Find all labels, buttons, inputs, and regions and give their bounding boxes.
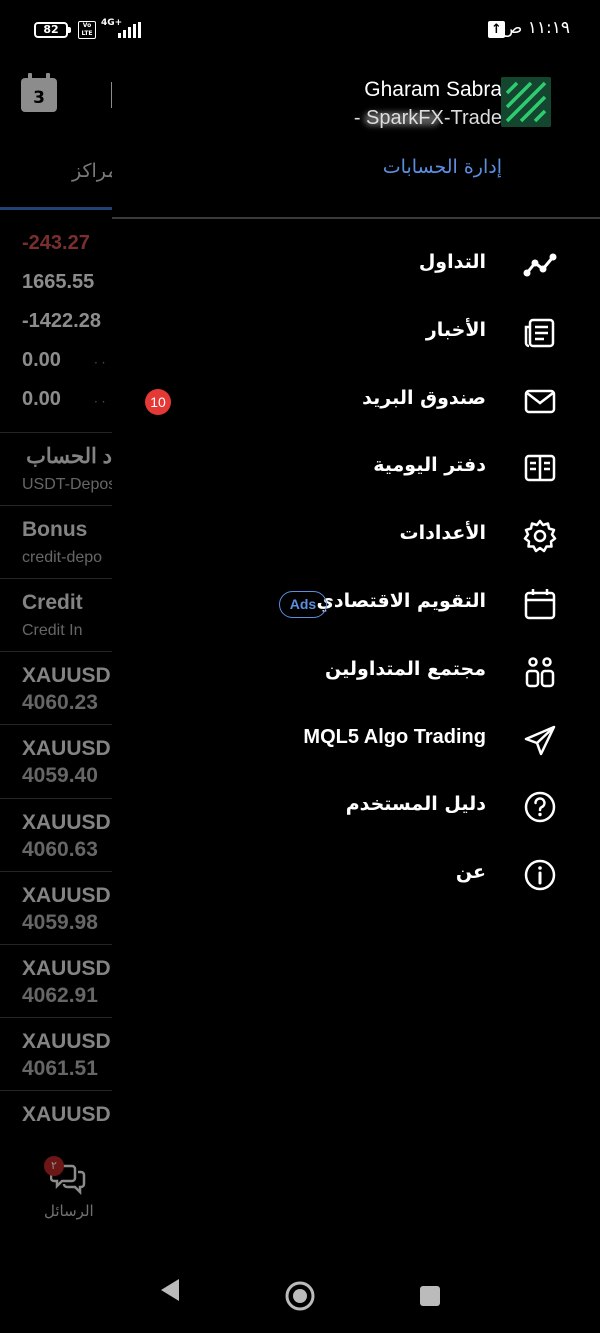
- menu-label: دفتر اليومية: [373, 454, 486, 476]
- dots: · ·: [94, 356, 106, 370]
- balance-value: -1422.28: [22, 310, 101, 332]
- menu-item-about[interactable]: عن: [112, 845, 600, 905]
- divider: [0, 724, 112, 725]
- menu-label: الأخبار: [425, 319, 486, 341]
- trade-symbol[interactable]: XAUUSD,: [22, 811, 112, 835]
- unread-badge: 10: [145, 389, 171, 415]
- deal-comment: credit-depo: [22, 549, 103, 566]
- divider: [0, 871, 112, 872]
- deal-title[interactable]: Bonus: [22, 518, 87, 542]
- status-time: ١١:١٩ ص: [501, 18, 570, 38]
- calendar-icon[interactable]: 3: [21, 73, 57, 112]
- tab-positions[interactable]: مراكز: [72, 160, 112, 182]
- deal-comment: Credit In: [22, 622, 83, 639]
- menu-item-traders-community[interactable]: مجتمع المتداولين: [112, 642, 600, 702]
- deal-title[interactable]: Credit: [22, 591, 83, 615]
- menu-item-news[interactable]: الأخبار: [112, 303, 600, 363]
- trade-symbol[interactable]: XAUUSD,: [22, 737, 112, 761]
- background-app: 3 مراكز -243.27 1665.55 -1422.28 0.00 · …: [0, 60, 112, 1240]
- trade-price: 4062.91: [22, 984, 98, 1007]
- tab-underline: [0, 207, 112, 210]
- menu-label: التقويم الاقتصادي: [316, 590, 486, 612]
- balance-value: 0.00: [22, 388, 61, 410]
- balance-value: -243.27: [22, 232, 90, 254]
- menu-label: الأعدادات: [399, 522, 486, 544]
- menu-label: مجتمع المتداولين: [325, 658, 486, 680]
- trade-price: 4061.51: [22, 1057, 98, 1080]
- menu-item-settings[interactable]: الأعدادات: [112, 506, 600, 566]
- divider: [0, 944, 112, 945]
- home-button[interactable]: [284, 1280, 316, 1312]
- info-icon: [524, 859, 556, 891]
- trade-symbol[interactable]: XAUUSD,: [22, 957, 112, 981]
- navigation-drawer: Gharam Sabra - SparkFX-Trade إدارة الحسا…: [112, 60, 600, 1240]
- status-bar: 82 Vo LTE 4G+ ↑ ١١:١٩ ص: [0, 0, 600, 60]
- journal-icon: [524, 454, 556, 482]
- send-icon: [524, 725, 556, 756]
- trade-symbol[interactable]: XAUUSD,: [22, 664, 112, 688]
- back-button[interactable]: [158, 1277, 182, 1303]
- trade-price: 4060.23: [22, 691, 98, 714]
- deal-comment: USDT-Depos: [22, 476, 112, 493]
- divider: [0, 1090, 112, 1091]
- menu-label: MQL5 Algo Trading: [303, 726, 486, 748]
- signal-strength-icon: [104, 22, 141, 38]
- gear-icon: [523, 519, 557, 553]
- trade-symbol[interactable]: XAUUSD,: [22, 884, 112, 908]
- help-icon: [524, 791, 556, 823]
- menu-item-mailbox[interactable]: صندوق البريد 10: [112, 371, 600, 431]
- trading-chart-icon: [523, 253, 557, 277]
- messages-badge: ٢: [44, 1156, 64, 1176]
- balance-value: 1665.55: [22, 271, 95, 293]
- menu-item-trading[interactable]: التداول: [112, 235, 600, 295]
- menu-item-journal[interactable]: دفتر اليومية: [112, 438, 600, 498]
- ads-badge: Ads: [279, 591, 327, 618]
- mail-icon: [524, 389, 556, 414]
- account-server: - SparkFX-Trade: [353, 107, 502, 129]
- divider: [0, 798, 112, 799]
- community-icon: [525, 657, 555, 688]
- menu-label: دليل المستخدم: [345, 793, 486, 815]
- calendar-day: 3: [33, 88, 45, 108]
- menu-item-economic-calendar[interactable]: التقويم الاقتصادي Ads: [112, 574, 600, 634]
- drawer-divider: [112, 217, 600, 219]
- menu-label: التداول: [418, 251, 486, 273]
- news-icon: [524, 318, 555, 348]
- calendar-icon: [524, 589, 556, 620]
- battery-icon: 82: [34, 22, 71, 38]
- divider: [0, 651, 112, 652]
- deal-title[interactable]: د الحساب: [26, 444, 112, 469]
- recents-button[interactable]: [418, 1284, 442, 1308]
- menu-item-mql5-algo-trading[interactable]: MQL5 Algo Trading: [112, 710, 600, 770]
- divider: [0, 1017, 112, 1018]
- volte-icon: Vo LTE: [78, 21, 96, 39]
- balance-value: 0.00: [22, 349, 61, 371]
- sort-icon[interactable]: [100, 82, 112, 108]
- messages-label[interactable]: الرسائل: [44, 1202, 94, 1220]
- trade-price: 4060.63: [22, 838, 98, 861]
- trade-symbol[interactable]: XAUUSD,: [22, 1103, 112, 1127]
- trade-price: 4059.40: [22, 764, 98, 787]
- system-navigation-bar: [0, 1240, 600, 1333]
- menu-item-user-guide[interactable]: دليل المستخدم: [112, 777, 600, 837]
- menu-label: عن: [455, 861, 486, 883]
- trade-price: 4059.98: [22, 911, 98, 934]
- broker-logo: [501, 77, 551, 127]
- divider: [0, 505, 112, 506]
- divider: [0, 432, 112, 433]
- dots: · ·: [94, 395, 106, 409]
- account-name[interactable]: Gharam Sabra: [364, 78, 502, 102]
- divider: [0, 578, 112, 579]
- manage-accounts-link[interactable]: إدارة الحسابات: [383, 156, 502, 178]
- trade-symbol[interactable]: XAUUSD,: [22, 1030, 112, 1054]
- menu-label: صندوق البريد: [362, 387, 486, 409]
